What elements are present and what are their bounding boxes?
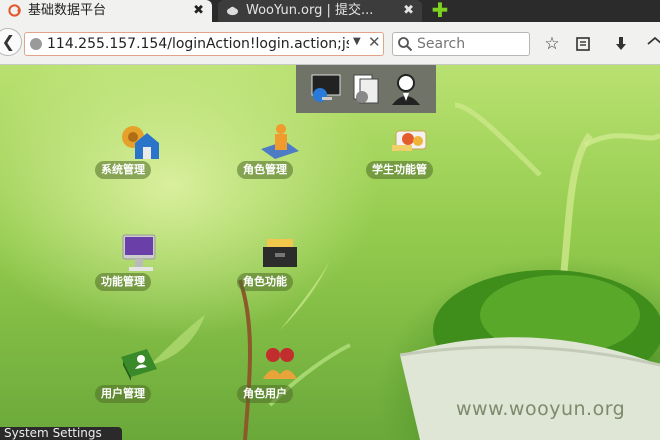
filebox-icon bbox=[263, 239, 297, 267]
person-book-icon bbox=[261, 124, 299, 159]
menu-item-label: 角色功能 bbox=[237, 273, 293, 291]
page-content: 系统管理 角色管理 学生功能管 功能管理 角色功能 用户管理 角色用户 www.… bbox=[0, 65, 660, 440]
house-gear-icon bbox=[122, 126, 159, 159]
watermark: www.wooyun.org bbox=[456, 398, 626, 420]
search-box[interactable] bbox=[392, 32, 530, 56]
menu-item-label: 功能管理 bbox=[95, 273, 151, 291]
menu-item-label: 学生功能管 bbox=[366, 161, 433, 179]
imac-icon bbox=[122, 234, 156, 271]
students-icon bbox=[392, 130, 427, 151]
user-book-icon bbox=[121, 349, 157, 381]
documents-icon[interactable] bbox=[350, 73, 384, 105]
url-bar[interactable]: 114.255.157.154/loginAction!login.action… bbox=[24, 32, 384, 56]
menu-item-role-user[interactable]: 角色用户 bbox=[237, 345, 317, 405]
menu-item-label: 角色管理 bbox=[237, 161, 293, 179]
tab-close-button[interactable]: ✖ bbox=[193, 1, 204, 21]
users-group-icon bbox=[263, 348, 297, 379]
wooyun-cloud-icon bbox=[226, 6, 239, 16]
url-text[interactable]: 114.255.157.154/loginAction!login.action… bbox=[47, 35, 349, 53]
navigation-bar: ❮ 114.255.157.154/loginAction!login.acti… bbox=[0, 22, 660, 65]
menu-item-role-function[interactable]: 角色功能 bbox=[237, 233, 317, 293]
search-input[interactable] bbox=[417, 35, 525, 53]
back-button[interactable]: ❮ bbox=[0, 28, 22, 56]
tab-close-button[interactable]: ✖ bbox=[403, 1, 414, 21]
menu-item-label: 系统管理 bbox=[95, 161, 151, 179]
tab-title: 基础数据平台 bbox=[28, 3, 107, 18]
url-dropdown-icon[interactable]: ▼ bbox=[353, 36, 361, 47]
menu-item-function-management[interactable]: 功能管理 bbox=[95, 233, 175, 293]
user-avatar-icon[interactable] bbox=[388, 71, 424, 107]
search-icon bbox=[398, 37, 413, 52]
star-icon[interactable]: ☆ bbox=[543, 35, 561, 53]
menu-item-system-management[interactable]: 系统管理 bbox=[95, 121, 175, 181]
menu-item-label: 用户管理 bbox=[95, 385, 151, 403]
menu-item-student-function[interactable]: 学生功能管 bbox=[366, 121, 446, 181]
tab-wooyun[interactable]: WooYun.org | 提交... ✖ bbox=[218, 0, 422, 22]
tab-bar: 基础数据平台 ✖ WooYun.org | 提交... ✖ ✚ bbox=[0, 0, 660, 22]
top-icon-bar bbox=[296, 65, 436, 113]
menu-item-label: 角色用户 bbox=[237, 385, 293, 403]
new-tab-button[interactable]: ✚ bbox=[430, 0, 450, 21]
home-icon[interactable] bbox=[646, 35, 660, 53]
system-settings-tooltip: System Settings bbox=[0, 427, 122, 440]
tab-title: WooYun.org | 提交... bbox=[246, 3, 374, 18]
reading-list-icon[interactable] bbox=[574, 35, 592, 53]
globe-icon bbox=[30, 38, 42, 50]
tab-jichu[interactable]: 基础数据平台 ✖ bbox=[0, 0, 212, 22]
monitor-network-icon[interactable] bbox=[310, 73, 344, 105]
menu-item-user-management[interactable]: 用户管理 bbox=[95, 345, 175, 405]
menu-item-role-management[interactable]: 角色管理 bbox=[237, 121, 317, 181]
url-clear-icon[interactable]: ✕ bbox=[368, 33, 381, 51]
ubuntu-logo-icon bbox=[8, 4, 21, 17]
download-icon[interactable] bbox=[612, 35, 630, 53]
